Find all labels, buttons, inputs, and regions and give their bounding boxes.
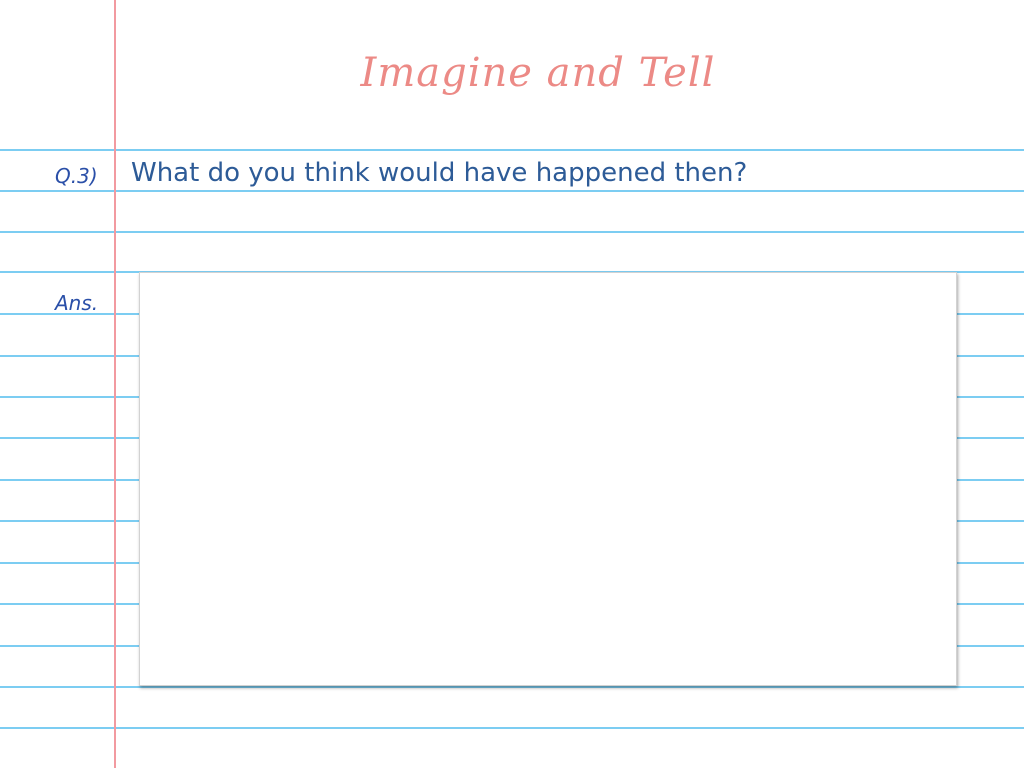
- ruled-line: [0, 231, 1024, 233]
- ruled-line: [0, 727, 1024, 729]
- page-title: Imagine and Tell: [360, 50, 716, 96]
- margin-line: [114, 0, 116, 768]
- answer-box[interactable]: [139, 272, 957, 686]
- ruled-line: [0, 149, 1024, 151]
- worksheet-page: Imagine and Tell Q.3) What do you think …: [0, 0, 1024, 768]
- ruled-line: [0, 686, 1024, 688]
- question-number: Q.3): [55, 164, 98, 188]
- question-text: What do you think would have happened th…: [131, 158, 748, 188]
- ruled-line: [0, 190, 1024, 192]
- answer-label: Ans.: [55, 291, 99, 315]
